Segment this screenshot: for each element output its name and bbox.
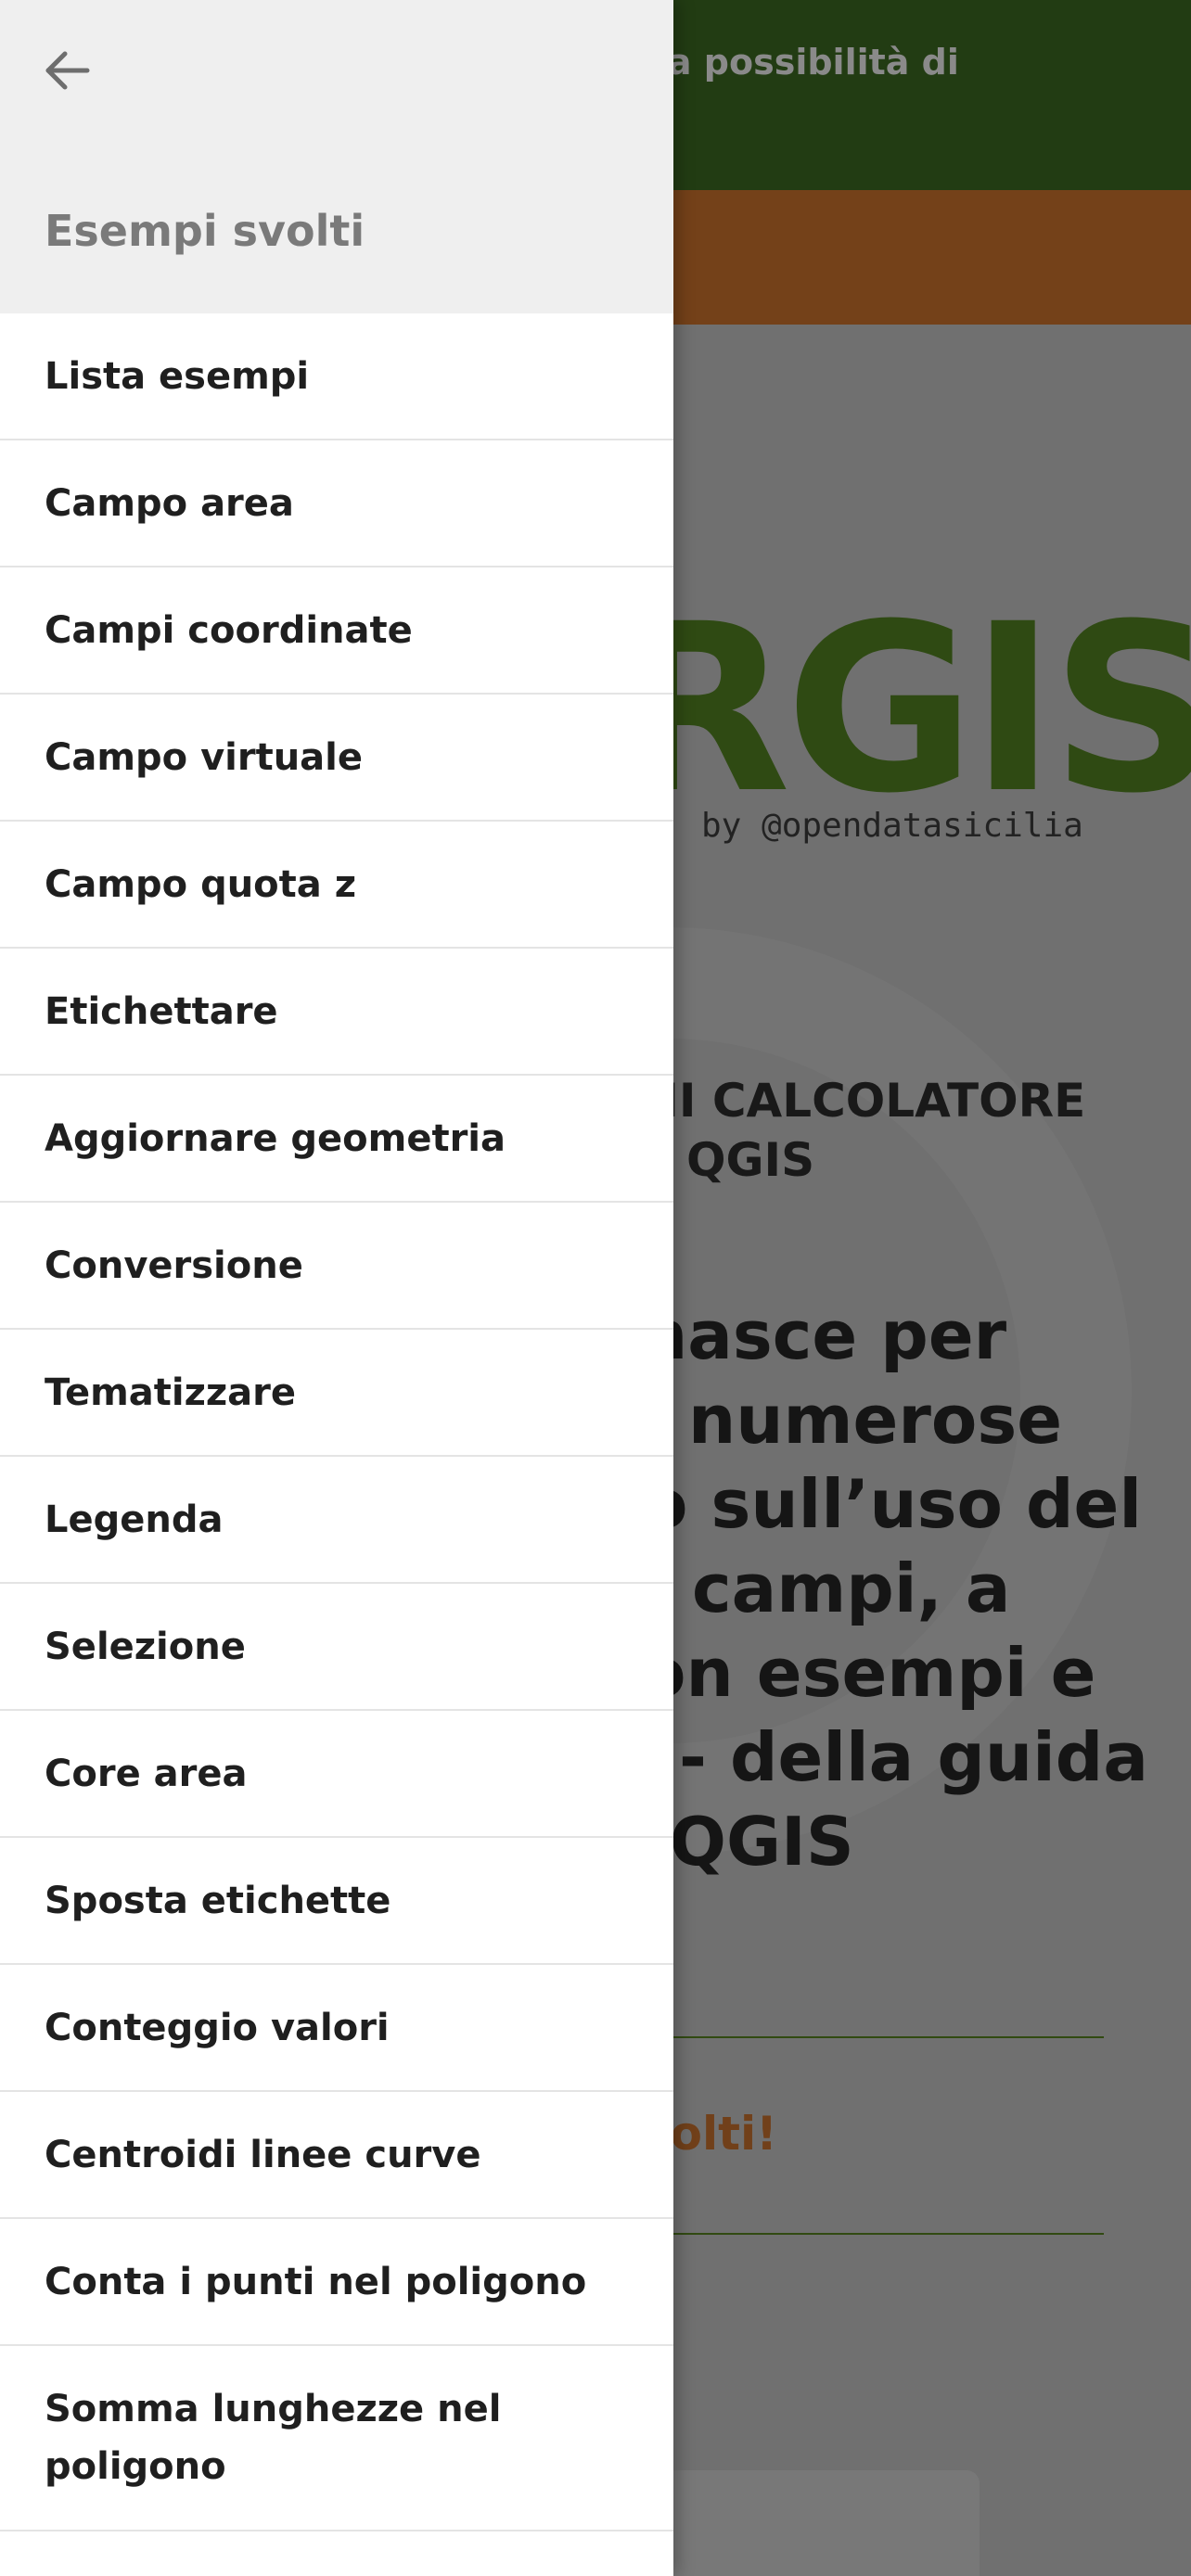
menu-item-label: Somma lunghezze nel poligono: [45, 2388, 502, 2488]
menu-item-conteggio-valori[interactable]: Conteggio valori: [0, 1965, 673, 2092]
menu-item-label: Sposta etichette: [45, 1879, 391, 1922]
menu-item-label: Campo virtuale: [45, 735, 364, 779]
menu-item-label: Campo quota z: [45, 862, 356, 906]
menu-item-label: Conteggio valori: [45, 2006, 390, 2049]
menu-item-label: Etichettare: [45, 989, 278, 1033]
menu-item-legenda[interactable]: Legenda: [0, 1457, 673, 1584]
subheading-line: QGIS: [686, 1133, 815, 1187]
menu-item-campo-quota-z[interactable]: Campo quota z: [0, 822, 673, 949]
menu-item-campo-virtuale[interactable]: Campo virtuale: [0, 695, 673, 822]
menu-item-campi-coordinate[interactable]: Campi coordinate: [0, 567, 673, 695]
menu-item-core-area[interactable]: Core area: [0, 1711, 673, 1838]
menu-item-aggiornare-geometria[interactable]: Aggiornare geometria: [0, 1076, 673, 1203]
drawer-header: Esempi svolti: [0, 0, 673, 313]
subheading-line: NI CALCOLATORE: [640, 1074, 1086, 1128]
menu-item-label: Lista esempi: [45, 354, 310, 398]
divider: [649, 2036, 1104, 2038]
menu-item-sposta-etichette[interactable]: Sposta etichette: [0, 1838, 673, 1965]
menu-item-centroidi-linee-curve[interactable]: Centroidi linee curve: [0, 2092, 673, 2219]
menu-item-label: Selezione: [45, 1625, 246, 1668]
menu-item-label: Campo area: [45, 481, 294, 525]
navigation-drawer: Esempi svolti Lista esempi Campo area Ca…: [0, 0, 673, 2576]
drawer-menu: Lista esempi Campo area Campi coordinate…: [0, 313, 673, 2531]
menu-item-conversione[interactable]: Conversione: [0, 1203, 673, 1330]
menu-item-campo-area[interactable]: Campo area: [0, 440, 673, 567]
menu-item-conta-punti-poligono[interactable]: Conta i punti nel poligono: [0, 2219, 673, 2346]
menu-item-label: Core area: [45, 1752, 248, 1795]
menu-item-label: Tematizzare: [45, 1371, 297, 1414]
menu-item-label: Campi coordinate: [45, 608, 413, 652]
menu-item-selezione[interactable]: Selezione: [0, 1584, 673, 1711]
menu-item-label: Conta i punti nel poligono: [45, 2260, 587, 2303]
arrow-left-icon: [45, 51, 90, 90]
menu-item-label: Conversione: [45, 1243, 303, 1287]
menu-item-somma-lunghezze-poligono[interactable]: Somma lunghezze nel poligono: [0, 2346, 673, 2531]
logo-byline: by @opendatasicilia: [701, 807, 1083, 845]
app-logo: RGIS: [612, 574, 1191, 844]
menu-item-tematizzare[interactable]: Tematizzare: [0, 1330, 673, 1457]
content-card: [649, 2470, 980, 2576]
subheading: NI CALCOLATORE QGIS: [640, 1071, 1159, 1190]
menu-item-label: Aggiornare geometria: [45, 1116, 506, 1160]
back-button[interactable]: [26, 30, 108, 111]
drawer-title: Esempi svolti: [45, 206, 365, 256]
menu-item-lista-esempi[interactable]: Lista esempi: [0, 313, 673, 440]
menu-item-etichettare[interactable]: Etichettare: [0, 949, 673, 1076]
divider: [649, 2233, 1104, 2235]
menu-item-label: Legenda: [45, 1498, 224, 1541]
menu-item-label: Centroidi linee curve: [45, 2133, 481, 2176]
